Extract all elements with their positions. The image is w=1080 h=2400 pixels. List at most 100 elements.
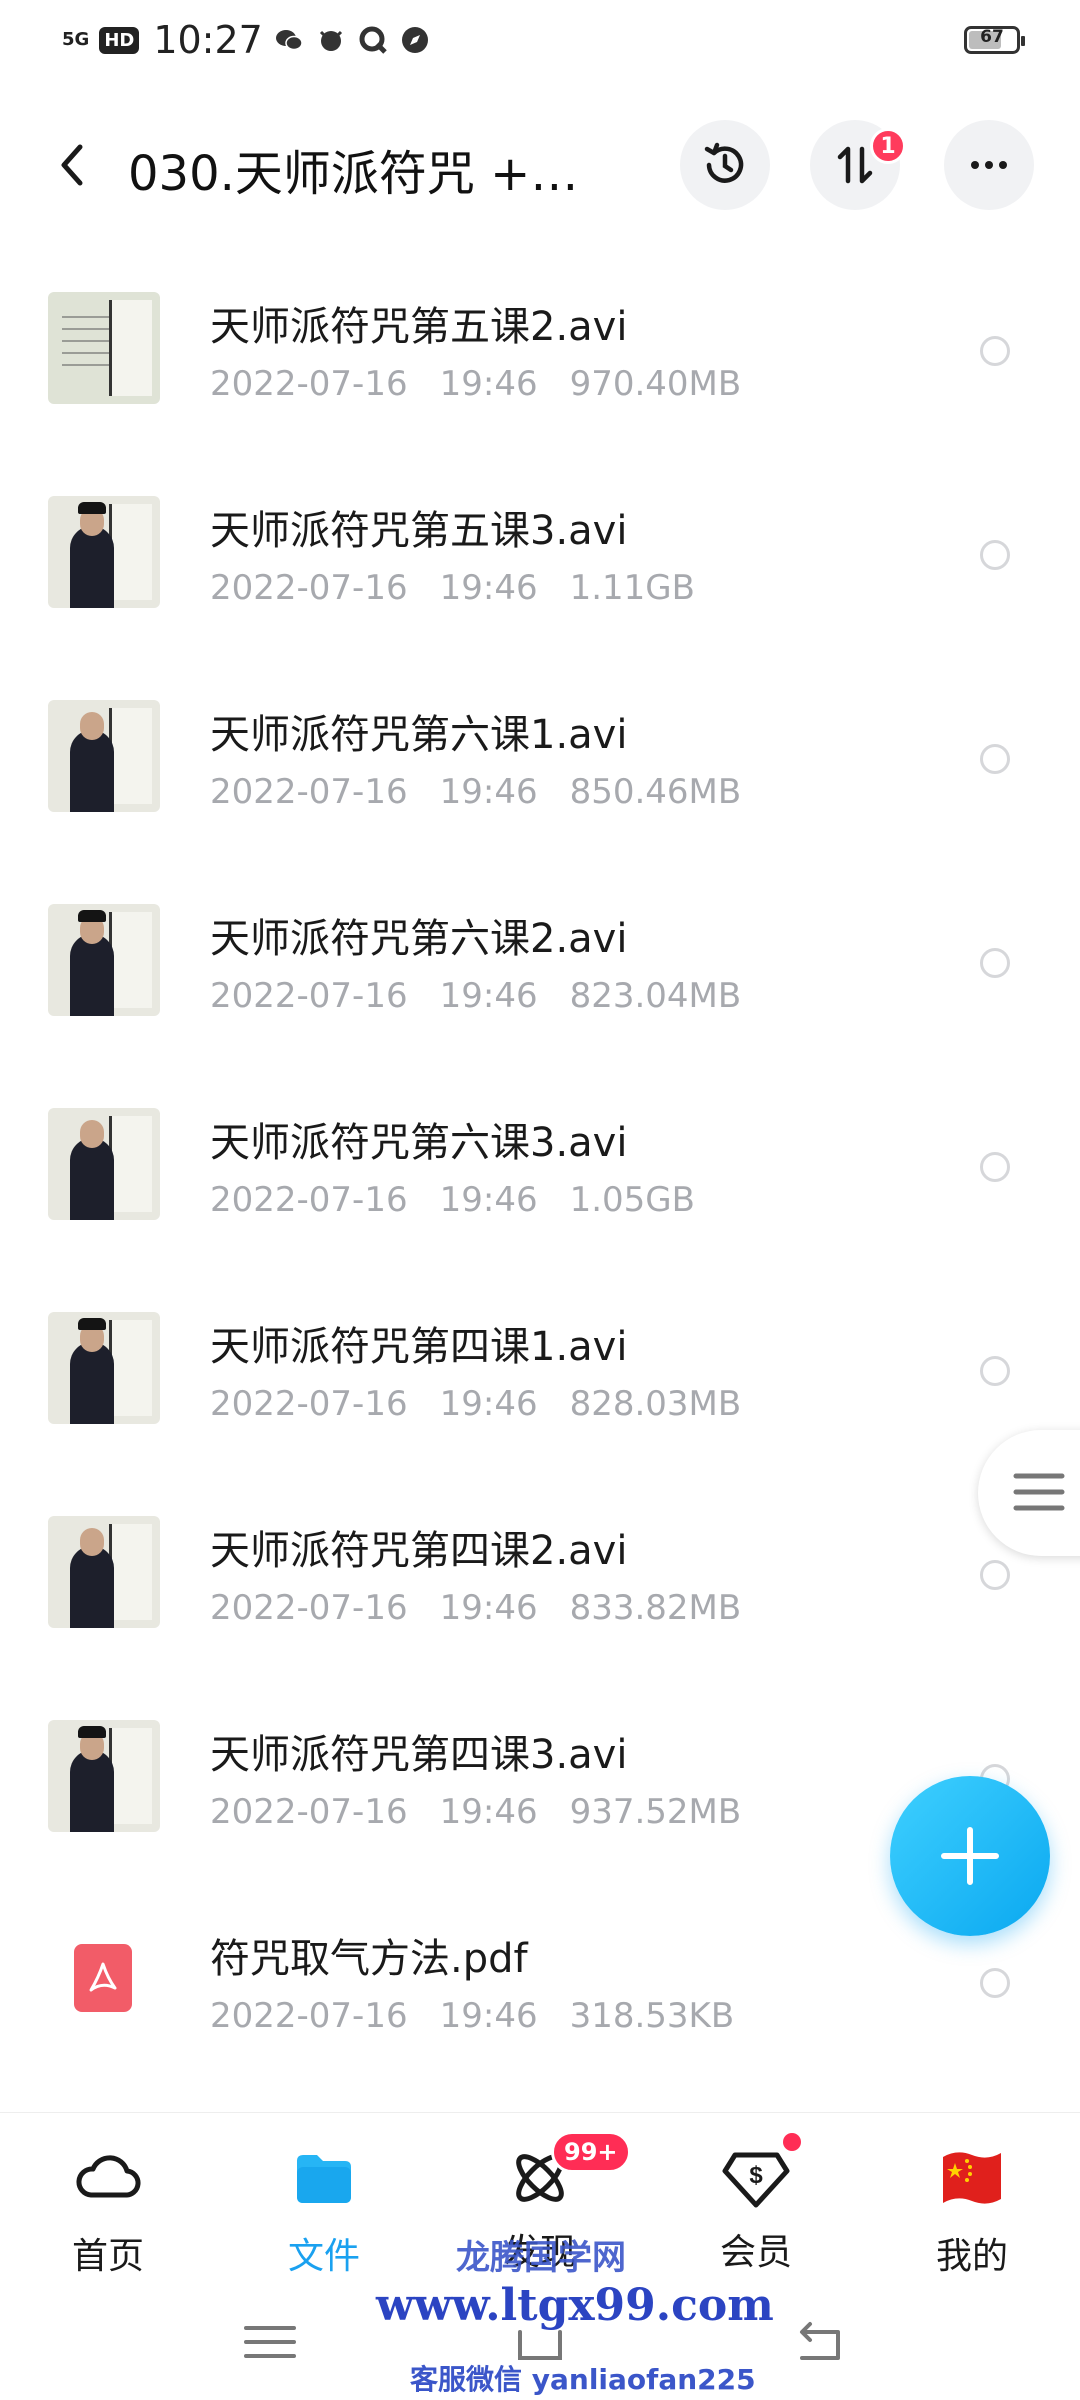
watermark-url: www.ltgx99.com [376,2280,774,2331]
status-bar: 5G HD 10:27 67 [0,0,1080,80]
video-thumbnail [48,1720,160,1832]
nav-files[interactable]: 文件 [244,2143,404,2279]
nav-vip[interactable]: $ 会员 [676,2133,836,2275]
file-size: 823.04MB [569,976,742,1016]
folder-icon [297,2155,351,2203]
compass-icon [401,27,428,53]
file-meta: 2022-07-16 19:46 823.04MB [210,976,773,1016]
select-radio[interactable] [980,1560,1010,1590]
file-meta: 2022-07-16 19:46 970.40MB [210,364,773,404]
select-radio[interactable] [980,1968,1010,1998]
file-size: 937.52MB [569,1792,742,1832]
back-button[interactable] [44,135,104,195]
file-row[interactable]: 天师派符咒第六课2.avi 2022-07-16 19:46 823.04MB [0,862,1080,1066]
file-meta: 2022-07-16 19:46 1.11GB [210,568,727,608]
file-name: 符咒取气方法.pdf [210,1936,528,1982]
watermark-contact: 客服微信 yanliaofan225 [410,2363,756,2396]
video-thumbnail [48,1312,160,1424]
select-radio[interactable] [980,948,1010,978]
file-date: 2022-07-16 [210,1384,408,1424]
video-thumbnail [48,1108,160,1220]
video-thumbnail [48,700,160,812]
recent-apps-icon[interactable] [240,2312,300,2372]
select-radio[interactable] [980,744,1010,774]
file-meta: 2022-07-16 19:46 318.53KB [210,1996,766,2036]
file-date: 2022-07-16 [210,1996,408,2036]
file-date: 2022-07-16 [210,772,408,812]
file-meta: 2022-07-16 19:46 828.03MB [210,1384,773,1424]
file-row[interactable]: 天师派符咒第四课2.avi 2022-07-16 19:46 833.82MB [0,1474,1080,1678]
file-name: 天师派符咒第五课3.avi [210,508,628,554]
folder-title: 030.天师派符咒 +… [128,146,579,202]
nav-label: 我的 [935,2236,1008,2277]
hd-indicator: HD [99,26,140,54]
file-size: 1.05GB [569,1180,695,1220]
video-thumbnail [48,496,160,608]
menu-lines-icon [1013,1473,1065,1511]
app-notification-icon [319,30,342,51]
network-indicator: 5G [62,29,90,50]
file-time: 19:46 [439,1384,538,1424]
select-radio[interactable] [980,540,1010,570]
file-time: 19:46 [439,1996,538,2036]
select-radio[interactable] [980,336,1010,366]
file-size: 318.53KB [569,1996,735,2036]
battery-level: 67 [980,27,1004,47]
q-app-icon [359,26,387,54]
transfer-list-button[interactable]: 1 [810,120,906,210]
file-size: 833.82MB [569,1588,742,1628]
file-time: 19:46 [439,1180,538,1220]
file-row[interactable]: 天师派符咒第六课1.avi 2022-07-16 19:46 850.46MB [0,658,1080,862]
file-time: 19:46 [439,1588,538,1628]
file-date: 2022-07-16 [210,1792,408,1832]
file-size: 1.11GB [569,568,695,608]
file-date: 2022-07-16 [210,1180,408,1220]
back-key-icon[interactable] [790,2312,850,2372]
add-button[interactable] [890,1776,1050,1936]
file-meta: 2022-07-16 19:46 1.05GB [210,1180,727,1220]
select-radio[interactable] [980,1152,1010,1182]
watermark-site-name: 龙腾国学网 [456,2238,626,2278]
more-icon [971,161,1007,169]
file-size: 828.03MB [569,1384,742,1424]
video-thumbnail [48,904,160,1016]
video-thumbnail [48,292,160,404]
nav-home[interactable]: 首页 [28,2143,188,2279]
file-size: 850.46MB [569,772,742,812]
nav-label: 会员 [719,2232,792,2273]
file-name: 天师派符咒第六课3.avi [210,1120,628,1166]
file-meta: 2022-07-16 19:46 850.46MB [210,772,773,812]
select-radio[interactable] [980,1356,1010,1386]
file-time: 19:46 [439,364,538,404]
nav-profile[interactable]: 我的 [892,2143,1052,2279]
file-name: 天师派符咒第四课2.avi [210,1528,628,1574]
file-name: 天师派符咒第四课3.avi [210,1732,628,1778]
wechat-icon [275,30,303,51]
file-name: 天师派符咒第五课2.avi [210,304,628,350]
status-left: 5G HD 10:27 [62,18,431,62]
file-row[interactable]: 天师派符咒第五课2.avi 2022-07-16 19:46 970.40MB [0,250,1080,454]
notification-dot [783,2133,801,2151]
clock: 10:27 [153,18,263,62]
file-row[interactable]: 天师派符咒第五课3.avi 2022-07-16 19:46 1.11GB [0,454,1080,658]
file-time: 19:46 [439,976,538,1016]
file-meta: 2022-07-16 19:46 937.52MB [210,1792,773,1832]
pdf-file-icon [74,1944,132,2012]
top-bar: 030.天师派符咒 +… 1 [0,100,1080,230]
file-name: 天师派符咒第六课2.avi [210,916,628,962]
file-name: 天师派符咒第四课1.avi [210,1324,628,1370]
history-button[interactable] [680,120,770,210]
file-date: 2022-07-16 [210,568,408,608]
transfer-badge: 1 [870,128,906,164]
more-button[interactable] [944,120,1034,210]
battery-icon: 67 [964,26,1025,54]
plus-icon [941,1827,999,1885]
file-row[interactable]: 天师派符咒第六课3.avi 2022-07-16 19:46 1.05GB [0,1066,1080,1270]
discover-badge: 99+ [551,2131,631,2173]
file-time: 19:46 [439,772,538,812]
china-flag-avatar-icon [943,2152,1001,2204]
file-size: 970.40MB [569,364,742,404]
file-date: 2022-07-16 [210,1588,408,1628]
file-row[interactable]: 天师派符咒第四课1.avi 2022-07-16 19:46 828.03MB [0,1270,1080,1474]
file-meta: 2022-07-16 19:46 833.82MB [210,1588,773,1628]
